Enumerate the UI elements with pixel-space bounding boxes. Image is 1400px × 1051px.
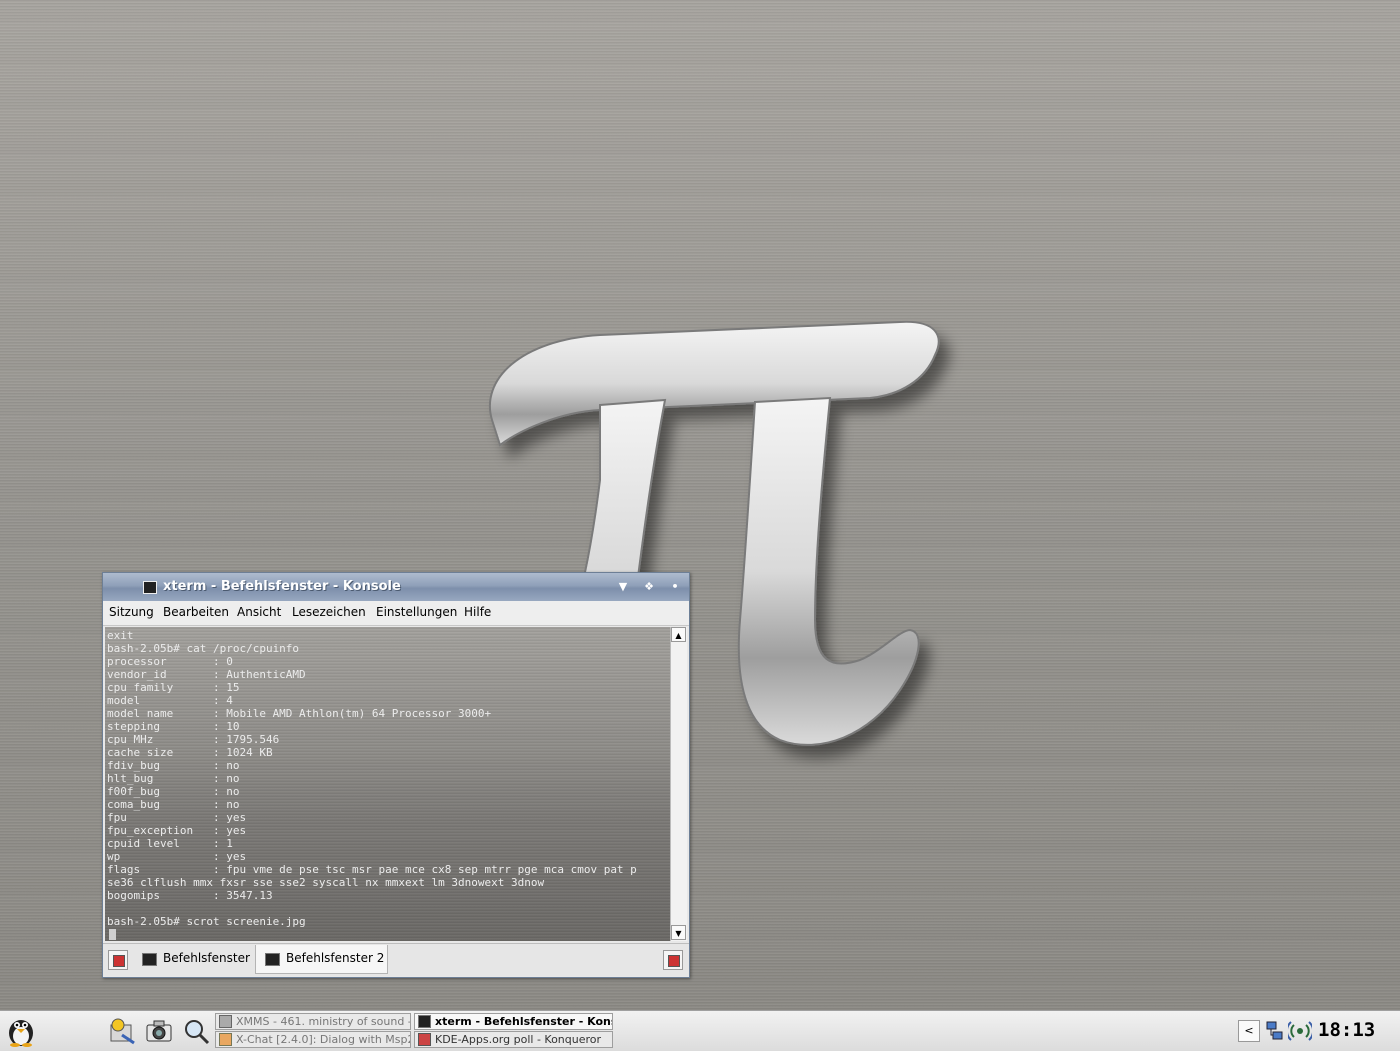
task-konsole[interactable]: xterm - Befehlsfenster - Konsole — [414, 1013, 613, 1030]
menu-einstellungen[interactable]: Einstellungen — [376, 605, 457, 619]
kde-panel: XMMS - 461. ministry of sound - Chi xter… — [0, 1010, 1400, 1051]
tab-label: Befehlsfenster 2 — [286, 951, 385, 965]
xchat-icon — [219, 1033, 232, 1046]
terminal-icon — [142, 953, 157, 966]
wireless-signal-icon[interactable] — [1288, 1019, 1312, 1043]
minimize-button[interactable]: ▼ — [615, 579, 631, 595]
tab-befehlsfenster-2[interactable]: Befehlsfenster 2 — [255, 945, 388, 974]
window-titlebar[interactable]: xterm - Befehlsfenster - Konsole ▼ ❖ • — [103, 573, 689, 601]
konsole-window[interactable]: xterm - Befehlsfenster - Konsole ▼ ❖ • S… — [102, 572, 690, 978]
window-title: xterm - Befehlsfenster - Konsole — [163, 579, 401, 594]
task-label: KDE-Apps.org poll - Konqueror — [435, 1033, 602, 1046]
terminal-icon — [265, 953, 280, 966]
menu-lesezeichen[interactable]: Lesezeichen — [292, 605, 366, 619]
menu-bearbeiten[interactable]: Bearbeiten — [163, 605, 229, 619]
scroll-up-arrow-icon[interactable]: ▲ — [671, 627, 686, 642]
tab-label: Befehlsfenster — [163, 951, 250, 965]
k-menu-penguin-icon[interactable] — [4, 1014, 38, 1048]
menu-hilfe[interactable]: Hilfe — [464, 605, 491, 619]
terminal-icon — [418, 1015, 431, 1028]
terminal-icon — [143, 581, 157, 594]
task-xchat[interactable]: X-Chat [2.4.0]: Dialog with Msp2601 — [215, 1031, 411, 1048]
task-konqueror[interactable]: KDE-Apps.org poll - Konqueror — [414, 1031, 613, 1048]
network-icon[interactable] — [1265, 1019, 1285, 1043]
vertical-scrollbar[interactable]: ▲ ▼ — [670, 627, 687, 941]
kde-apps-icon — [418, 1033, 431, 1046]
task-label: xterm - Befehlsfenster - Konsole — [435, 1015, 612, 1028]
close-button[interactable]: • — [667, 579, 683, 595]
close-session-icon[interactable] — [663, 950, 683, 970]
task-label: X-Chat [2.4.0]: Dialog with Msp2601 — [236, 1033, 410, 1046]
clock[interactable]: 18:13 — [1318, 1019, 1375, 1041]
session-tabbar: Befehlsfenster Befehlsfenster 2 — [103, 943, 689, 976]
terminal-output[interactable]: exit bash-2.05b# cat /proc/cpuinfo proce… — [105, 627, 670, 941]
new-session-icon[interactable] — [108, 950, 128, 970]
camera-snapshot-icon[interactable] — [145, 1017, 173, 1045]
terminal-text: exit bash-2.05b# cat /proc/cpuinfo proce… — [107, 629, 637, 928]
task-xmms[interactable]: XMMS - 461. ministry of sound - Chi — [215, 1013, 411, 1030]
tray-collapse-button[interactable]: < — [1238, 1020, 1260, 1042]
magnifier-search-icon[interactable] — [182, 1017, 210, 1045]
menu-ansicht[interactable]: Ansicht — [237, 605, 281, 619]
task-label: XMMS - 461. ministry of sound - Chi — [236, 1015, 410, 1028]
menubar: Sitzung Bearbeiten Ansicht Lesezeichen E… — [103, 601, 689, 626]
tab-befehlsfenster[interactable]: Befehlsfenster — [133, 945, 255, 974]
menu-sitzung[interactable]: Sitzung — [109, 605, 154, 619]
terminal-cursor — [109, 929, 116, 940]
kde-control-center-icon[interactable] — [108, 1017, 136, 1045]
xmms-icon — [219, 1015, 232, 1028]
maximize-button[interactable]: ❖ — [641, 579, 657, 595]
scroll-down-arrow-icon[interactable]: ▼ — [671, 925, 686, 940]
